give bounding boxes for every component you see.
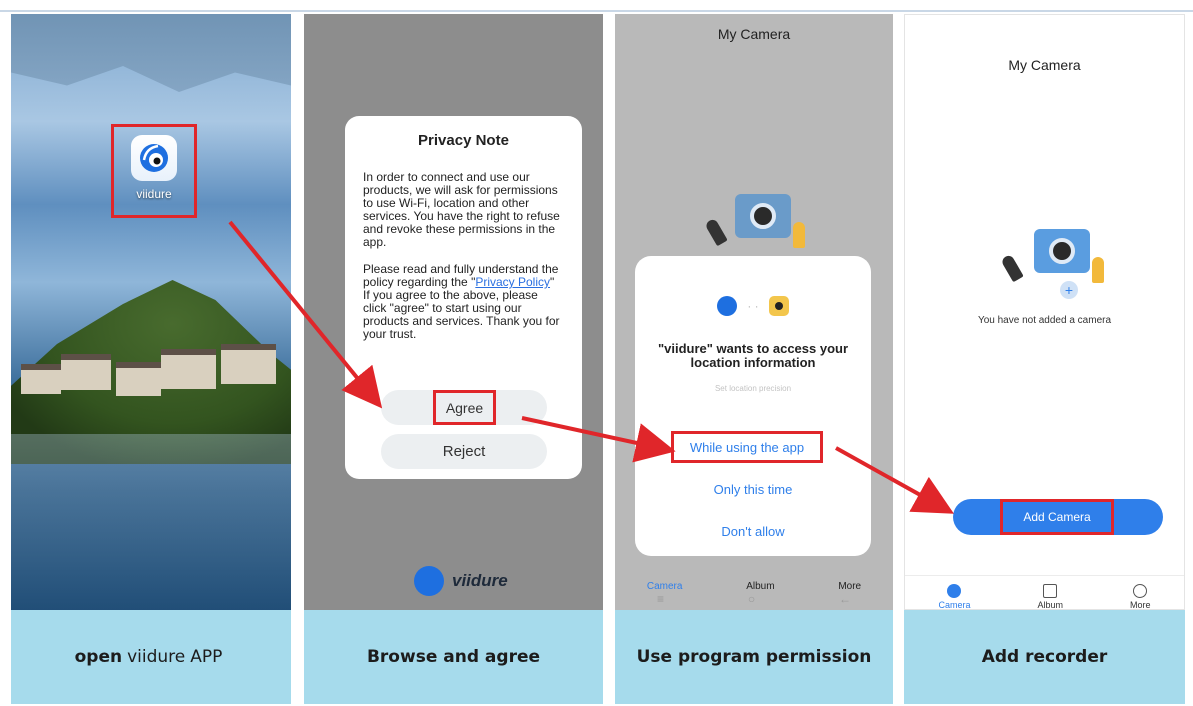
brand-text: viidure [452, 571, 508, 590]
step-panel-permission: My Camera · · "viidure" wants to access … [615, 14, 893, 704]
tab-bar: Camera Album More [905, 575, 1184, 609]
empty-state-text: You have not added a camera [977, 315, 1112, 326]
privacy-paragraph-2: Please read and fully understand the pol… [363, 262, 560, 341]
camera-illustration: + [1000, 215, 1110, 305]
lake-reflection [11, 434, 291, 610]
tab-album[interactable]: Album [1037, 584, 1063, 609]
menu-icon[interactable]: ≡ [657, 592, 664, 606]
privacy-paragraph-1: In order to connect and use our products… [363, 170, 560, 249]
location-precision-dropdown[interactable]: Set location precision [635, 384, 871, 393]
only-this-time-button[interactable]: Only this time [635, 482, 871, 497]
while-using-app-button[interactable]: While using the app [671, 431, 823, 463]
viidure-icon [717, 296, 738, 316]
step-panel-add-camera: My Camera + You have not added a camera … [904, 14, 1185, 704]
plus-icon: + [1060, 281, 1078, 299]
page-title: My Camera [717, 26, 791, 42]
app-icon-highlight[interactable]: viidure [111, 124, 197, 218]
album-icon [1043, 584, 1058, 598]
viidure-app-icon[interactable] [131, 135, 177, 181]
privacy-dialog-title: Privacy Note [418, 132, 509, 149]
agree-button[interactable]: Agree [433, 390, 496, 425]
brand-logo: viidure [414, 566, 508, 596]
page-title: My Camera [1008, 57, 1081, 73]
brand-icon [414, 566, 444, 596]
caption-word-app-name: viidure [127, 647, 186, 667]
privacy-screen: Privacy Note In order to connect and use… [304, 14, 603, 610]
step-caption: Add recorder [904, 610, 1185, 704]
system-nav-bar: ≡ ○ ← [615, 592, 893, 606]
tab-more[interactable]: More [1130, 584, 1151, 609]
location-pin-icon [768, 296, 789, 316]
permission-title: "viidure" wants to access your location … [657, 341, 849, 370]
app-icon-label: viidure [136, 187, 172, 201]
tab-album[interactable]: Album [746, 581, 774, 592]
tab-camera[interactable]: Camera [647, 581, 683, 592]
home-screen: viidure [11, 14, 291, 610]
privacy-policy-link[interactable]: Privacy Policy [475, 275, 550, 289]
tab-camera[interactable]: Camera [938, 584, 971, 609]
back-icon[interactable]: ← [839, 592, 851, 606]
caption-word-app: APP [190, 647, 223, 667]
step-panel-privacy: Privacy Note In order to connect and use… [304, 14, 603, 704]
reject-button[interactable]: Reject [381, 434, 547, 469]
my-camera-screen: My Camera + You have not added a camera … [904, 14, 1185, 610]
connector-icon: · · [747, 299, 759, 313]
add-camera-button[interactable]: Add Camera [1000, 499, 1114, 535]
home-icon[interactable]: ○ [748, 592, 755, 606]
step-panel-open-app: viidure open viidure APP [11, 14, 291, 704]
step-caption: Use program permission [615, 610, 893, 704]
camera-icon [947, 584, 962, 598]
step-caption: open viidure APP [11, 610, 291, 704]
permission-screen: My Camera · · "viidure" wants to access … [615, 14, 893, 610]
camera-illustration [704, 184, 815, 264]
tab-more[interactable]: More [838, 581, 861, 592]
caption-word-open: open [74, 647, 123, 667]
top-divider [0, 10, 1193, 12]
tab-bar: Camera Album More [615, 581, 893, 592]
village-scenery [11, 334, 291, 424]
location-permission-dialog: · · "viidure" wants to access your locat… [635, 256, 871, 556]
permission-icons: · · [635, 296, 871, 316]
step-caption: Browse and agree [304, 610, 603, 704]
more-icon [1133, 584, 1148, 598]
dont-allow-button[interactable]: Don't allow [635, 524, 871, 539]
tutorial-stage: viidure open viidure APP Privacy Note In… [0, 0, 1193, 706]
